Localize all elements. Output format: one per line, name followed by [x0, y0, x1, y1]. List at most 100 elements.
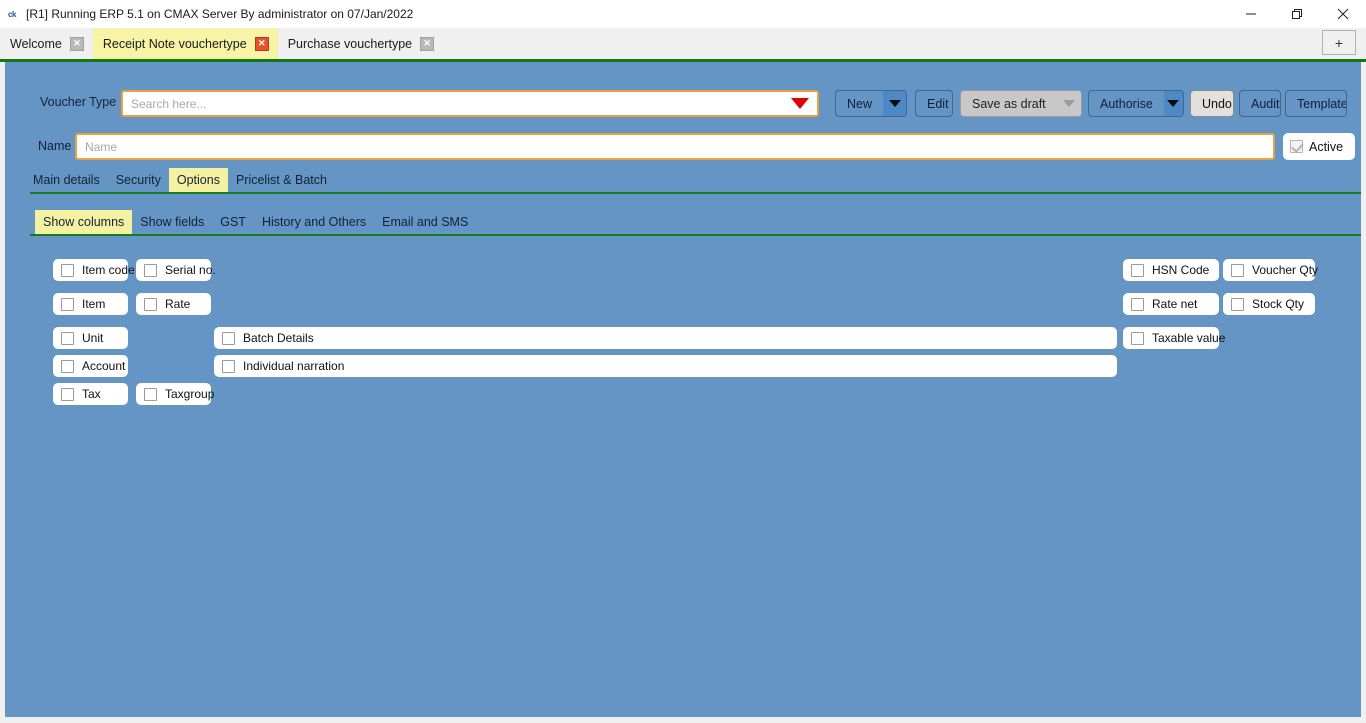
app-logo-text: ck [8, 9, 16, 19]
checkbox-stock-qty[interactable]: Stock Qty [1223, 293, 1315, 315]
authorise-dropdown-toggle[interactable] [1163, 91, 1183, 116]
checkbox-input[interactable] [144, 263, 157, 277]
minimize-button[interactable] [1228, 0, 1274, 28]
close-icon[interactable]: ✕ [420, 36, 435, 51]
primary-tab-underline [30, 192, 1361, 194]
tab-pricelist-and-batch[interactable]: Pricelist & Batch [228, 168, 335, 192]
checkbox-label: Item [82, 297, 106, 311]
tab-history-and-others[interactable]: History and Others [254, 210, 374, 234]
active-checkbox-container[interactable]: Active [1283, 133, 1355, 160]
close-icon[interactable]: ✕ [69, 36, 84, 51]
checkbox-rate[interactable]: Rate [136, 293, 211, 315]
name-input[interactable]: Name [75, 133, 1275, 160]
tab-label: Purchase vouchertype [287, 36, 413, 51]
edit-button-label: Edit [927, 96, 949, 111]
new-button[interactable]: New [835, 90, 907, 117]
tab-label: Receipt Note vouchertype [102, 36, 247, 51]
template-button-label: Template [1297, 96, 1347, 111]
checkbox-label: Unit [82, 331, 104, 345]
tab-purchase-vouchertype[interactable]: Purchase vouchertype ✕ [277, 28, 444, 59]
voucher-type-form-panel: Voucher Type Search here... New Edit Sav… [5, 62, 1361, 717]
authorise-button[interactable]: Authorise [1088, 90, 1184, 117]
checkbox-input[interactable] [1131, 297, 1144, 311]
checkbox-label: Serial no. [165, 263, 216, 277]
new-tab-wrapper: + [1322, 30, 1356, 55]
checkbox-taxgroup[interactable]: Taxgroup [136, 383, 215, 405]
checkbox-account[interactable]: Account [53, 355, 128, 377]
template-button[interactable]: Template [1285, 90, 1347, 117]
edit-button[interactable]: Edit [915, 90, 953, 117]
checkbox-input[interactable] [61, 297, 74, 311]
document-tabstrip: Welcome ✕ Receipt Note vouchertype ✕ Pur… [0, 28, 1366, 59]
checkbox-rate-net[interactable]: Rate net [1123, 293, 1219, 315]
chevron-down-icon [1062, 100, 1075, 107]
save-as-draft-button[interactable]: Save as draft [960, 90, 1082, 117]
checkbox-label: Tax [82, 387, 101, 401]
tab-show-columns[interactable]: Show columns [35, 210, 133, 234]
close-button[interactable] [1320, 0, 1366, 28]
close-icon[interactable]: ✕ [254, 36, 269, 51]
checkbox-batch-details[interactable]: Batch Details [214, 327, 1117, 349]
active-checkbox-label: Active [1309, 139, 1344, 154]
name-placeholder: Name [85, 139, 118, 154]
checkbox-unit[interactable]: Unit [53, 327, 128, 349]
checkbox-input[interactable] [61, 263, 74, 277]
checkbox-tax[interactable]: Tax [53, 383, 128, 405]
tab-receipt-note-vouchertype[interactable]: Receipt Note vouchertype ✕ [92, 28, 278, 59]
audit-button[interactable]: Audit [1239, 90, 1281, 117]
tab-options[interactable]: Options [168, 168, 228, 192]
tab-security[interactable]: Security [108, 168, 169, 192]
checkbox-input[interactable] [1131, 331, 1144, 345]
voucher-type-search-input[interactable]: Search here... [121, 90, 819, 117]
save-as-draft-button-label: Save as draft [972, 96, 1046, 111]
checkbox-label: Voucher Qty [1252, 263, 1319, 277]
checkbox-item-code[interactable]: Item code [53, 259, 135, 281]
window-controls [1228, 0, 1366, 28]
checkbox-hsn-code[interactable]: HSN Code [1123, 259, 1219, 281]
tab-show-fields[interactable]: Show fields [132, 210, 212, 234]
checkbox-label: Taxgroup [165, 387, 215, 401]
tab-label: GST [220, 215, 246, 229]
checkbox-label: Stock Qty [1252, 297, 1305, 311]
chevron-down-icon [1167, 100, 1180, 107]
save-as-draft-dropdown-toggle[interactable] [1056, 91, 1081, 116]
checkbox-voucher-qty[interactable]: Voucher Qty [1223, 259, 1319, 281]
new-dropdown-toggle[interactable] [883, 91, 906, 116]
checkbox-input[interactable] [222, 331, 235, 345]
checkbox-input[interactable] [144, 387, 157, 401]
audit-button-label: Audit [1251, 96, 1280, 111]
tab-label: History and Others [261, 215, 367, 229]
checkbox-input[interactable] [222, 359, 235, 373]
checkbox-individual-narration[interactable]: Individual narration [214, 355, 1117, 377]
secondary-tab-underline [30, 234, 1361, 236]
checkbox-input[interactable] [61, 331, 74, 345]
tab-label: Options [176, 173, 220, 187]
checkbox-input[interactable] [1231, 263, 1244, 277]
tab-label: Show fields [140, 215, 205, 229]
active-checkbox[interactable] [1290, 140, 1303, 153]
restore-button[interactable] [1274, 0, 1320, 28]
new-tab-button[interactable]: + [1322, 30, 1356, 55]
tab-label: Security [115, 173, 161, 187]
checkbox-input[interactable] [61, 359, 74, 373]
checkbox-taxable-value[interactable]: Taxable value [1123, 327, 1225, 349]
checkbox-label: Batch Details [243, 331, 314, 345]
tab-welcome[interactable]: Welcome ✕ [0, 28, 93, 59]
checkbox-input[interactable] [1131, 263, 1144, 277]
checkbox-input[interactable] [1231, 297, 1244, 311]
name-label: Name [38, 139, 72, 153]
checkbox-input[interactable] [61, 387, 74, 401]
checkbox-label: Individual narration [243, 359, 345, 373]
voucher-type-label: Voucher Type [40, 95, 117, 109]
tab-email-and-sms[interactable]: Email and SMS [374, 210, 476, 234]
undo-button[interactable]: Undo [1190, 90, 1234, 117]
tab-main-details[interactable]: Main details [25, 168, 108, 192]
checkbox-label: Rate [165, 297, 191, 311]
chevron-down-icon[interactable] [791, 98, 809, 109]
checkbox-input[interactable] [144, 297, 157, 311]
authorise-button-label: Authorise [1100, 96, 1153, 111]
tab-gst[interactable]: GST [212, 210, 254, 234]
checkbox-label: Taxable value [1152, 331, 1226, 345]
checkbox-serial-no[interactable]: Serial no. [136, 259, 216, 281]
checkbox-item[interactable]: Item [53, 293, 128, 315]
